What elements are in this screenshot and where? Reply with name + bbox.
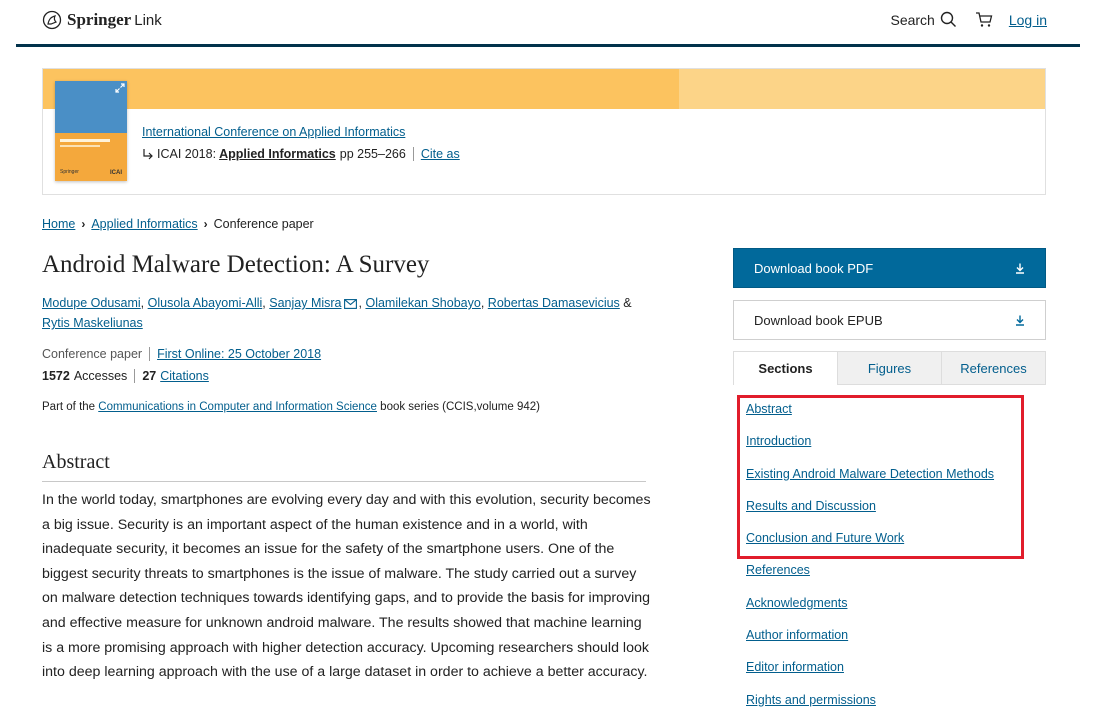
chevron-right-icon: › xyxy=(81,217,86,231)
return-arrow-icon xyxy=(143,149,153,160)
cite-as-link[interactable]: Cite as xyxy=(421,147,460,161)
download-pdf-button[interactable]: Download book PDF xyxy=(733,248,1046,288)
springer-link-logo[interactable]: Springer Link xyxy=(42,10,162,30)
logo-word-link: Link xyxy=(134,11,162,29)
download-pdf-label: Download book PDF xyxy=(754,260,874,276)
abstract-divider xyxy=(42,481,646,482)
book-info-line: ICAI 2018: Applied Informatics pp 255–26… xyxy=(142,147,460,161)
section-link-acknowledgments[interactable]: Acknowledgments xyxy=(746,596,847,610)
breadcrumb: Home › Applied Informatics › Conference … xyxy=(42,217,314,231)
expand-icon[interactable] xyxy=(115,83,125,93)
author-link[interactable]: Rytis Maskeliunas xyxy=(42,316,143,330)
list-item: Conclusion and Future Work xyxy=(746,528,994,560)
first-online-link[interactable]: First Online: 25 October 2018 xyxy=(157,347,321,361)
list-item: Introduction xyxy=(746,431,994,463)
series-prefix: Part of the xyxy=(42,401,96,413)
download-icon xyxy=(1016,263,1024,274)
accesses-label: Accesses xyxy=(73,369,128,383)
accesses-count: 1572 xyxy=(42,369,70,383)
section-link-author-information[interactable]: Author information xyxy=(746,628,848,642)
section-link-abstract[interactable]: Abstract xyxy=(746,402,792,416)
separator xyxy=(412,147,414,161)
author-link[interactable]: Olamilekan Shobayo xyxy=(365,296,480,310)
tab-figures[interactable]: Figures xyxy=(838,351,942,385)
author-separator: , xyxy=(480,296,485,310)
abstract-text: In the world today, smartphones are evol… xyxy=(42,492,651,681)
abstract-heading: Abstract xyxy=(42,451,110,473)
author-link[interactable]: Modupe Odusami xyxy=(42,296,141,310)
author-list: Modupe Odusami, Olusola Abayomi-Alli, Sa… xyxy=(42,293,662,333)
paper-metrics: 1572 Accesses 27 Citations xyxy=(42,369,209,383)
author-link[interactable]: Robertas Damasevicius xyxy=(488,296,620,310)
series-suffix: book series (CCIS,volume 942) xyxy=(380,401,540,413)
search-button[interactable]: Search xyxy=(890,11,956,28)
citations-link[interactable]: Citations xyxy=(160,369,209,383)
book-title-link[interactable]: Applied Informatics xyxy=(219,147,336,161)
search-icon xyxy=(940,11,956,27)
page-title: Android Malware Detection: A Survey xyxy=(42,251,430,278)
download-epub-label: Download book EPUB xyxy=(754,312,883,328)
event-prefix: ICAI 2018: xyxy=(157,147,217,161)
breadcrumb-book[interactable]: Applied Informatics xyxy=(91,217,197,231)
section-link-conclusion[interactable]: Conclusion and Future Work xyxy=(746,531,904,545)
list-item: Rights and permissions xyxy=(746,690,994,722)
page-range: pp 255–266 xyxy=(339,147,406,161)
paper-type: Conference paper xyxy=(42,347,143,361)
author-link[interactable]: Olusola Abayomi-Alli xyxy=(148,296,263,310)
author-ampersand: & xyxy=(623,296,632,310)
paper-meta: Conference paper First Online: 25 Octobe… xyxy=(42,347,321,361)
chevron-right-icon: › xyxy=(203,217,208,231)
breadcrumb-home[interactable]: Home xyxy=(42,217,75,231)
author-separator: , xyxy=(140,296,145,310)
list-item: Editor information xyxy=(746,657,994,689)
section-link-rights[interactable]: Rights and permissions xyxy=(746,693,876,707)
section-link-references[interactable]: References xyxy=(746,563,810,577)
section-link-results[interactable]: Results and Discussion xyxy=(746,499,876,513)
section-link-introduction[interactable]: Introduction xyxy=(746,434,811,448)
download-icon xyxy=(1016,315,1024,326)
author-separator: , xyxy=(358,296,362,310)
search-label: Search xyxy=(890,11,935,28)
citations-count: 27 xyxy=(142,369,157,383)
series-info: Part of the Communications in Computer a… xyxy=(42,401,540,413)
section-link-editor-information[interactable]: Editor information xyxy=(746,660,844,674)
author-link[interactable]: Sanjay Misra xyxy=(269,296,341,310)
breadcrumb-current: Conference paper xyxy=(213,217,314,231)
list-item: Existing Android Malware Detection Metho… xyxy=(746,464,994,496)
login-link[interactable]: Log in xyxy=(1009,12,1047,28)
tab-references[interactable]: References xyxy=(942,351,1046,385)
separator xyxy=(134,369,136,383)
section-link-methods[interactable]: Existing Android Malware Detection Metho… xyxy=(746,467,994,481)
mail-icon[interactable] xyxy=(343,299,357,309)
list-item: Results and Discussion xyxy=(746,496,994,528)
conference-link[interactable]: International Conference on Applied Info… xyxy=(142,125,405,139)
sections-list: Abstract Introduction Existing Android M… xyxy=(746,399,994,722)
cover-event-logo: ICAI xyxy=(110,170,122,176)
logo-word-springer: Springer xyxy=(67,10,132,29)
list-item: Author information xyxy=(746,625,994,657)
site-header: Springer Link Search Log in xyxy=(0,0,1099,47)
book-cover-image[interactable]: Springer ICAI xyxy=(55,81,127,181)
springer-horse-icon xyxy=(42,10,62,30)
banner-color-strip xyxy=(43,69,1045,109)
list-item: Abstract xyxy=(746,399,994,431)
download-epub-button[interactable]: Download book EPUB xyxy=(733,300,1046,340)
tab-sections[interactable]: Sections xyxy=(733,351,838,385)
book-banner: Springer ICAI International Conference o… xyxy=(42,68,1046,195)
header-divider xyxy=(16,44,1080,47)
author-separator: , xyxy=(262,296,266,310)
series-link[interactable]: Communications in Computer and Informati… xyxy=(98,401,377,413)
cart-button[interactable] xyxy=(975,11,993,28)
cover-publisher-logo: Springer xyxy=(60,169,79,175)
list-item: Acknowledgments xyxy=(746,593,994,625)
separator xyxy=(149,347,151,361)
cart-icon xyxy=(975,12,993,27)
sidebar-tabs: Sections Figures References xyxy=(733,351,1046,385)
list-item: References xyxy=(746,560,994,592)
